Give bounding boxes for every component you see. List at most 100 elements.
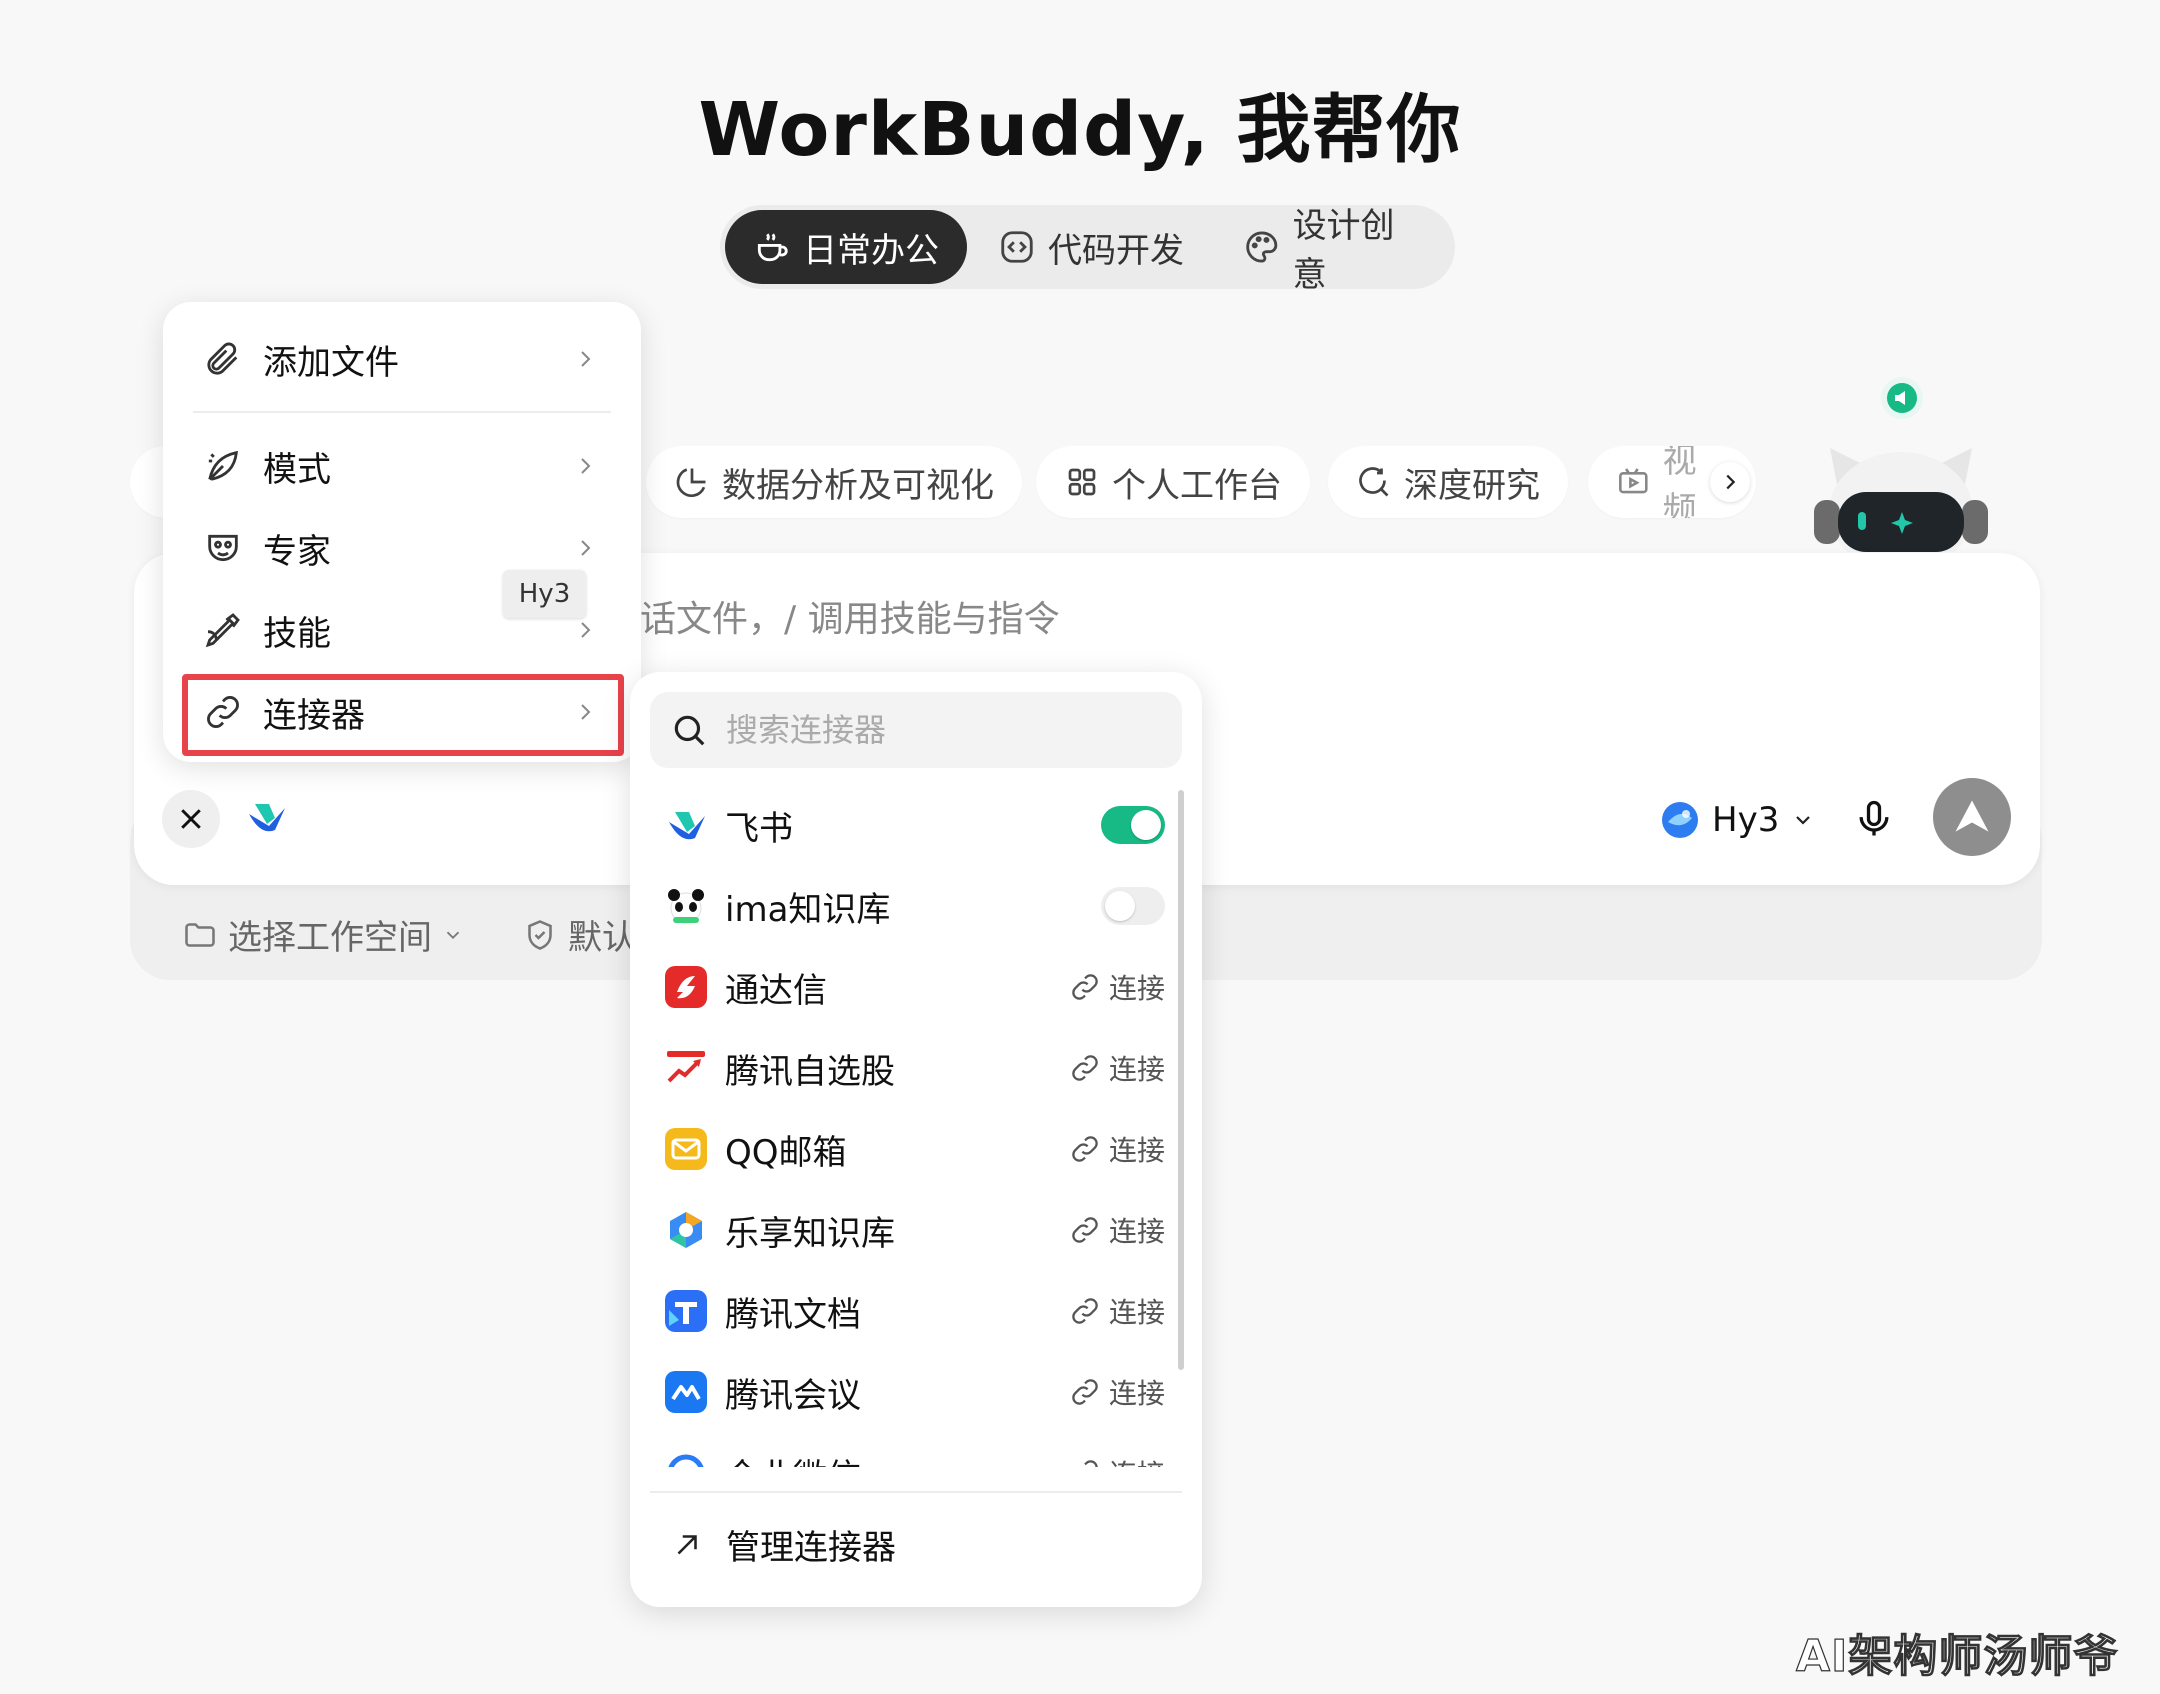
tencent-docs-icon — [665, 1290, 707, 1332]
connect-label: 连接 — [1108, 1296, 1165, 1329]
feishu-icon — [669, 812, 705, 840]
close-icon — [181, 809, 201, 829]
manage-connectors-link[interactable]: 管理连接器 — [670, 1520, 896, 1569]
connector-item-qqmail[interactable]: QQ邮箱 连接 — [665, 1109, 1165, 1189]
arrow-up-right-icon — [677, 1534, 697, 1554]
link-icon — [1072, 1217, 1098, 1243]
search-icon — [674, 715, 705, 746]
permission-label: 默认 — [568, 918, 636, 958]
connector-item-feishu[interactable]: 飞书 — [665, 785, 1165, 865]
connect-label: 连接 — [1108, 1377, 1165, 1410]
panda-icon — [668, 889, 704, 924]
folder-icon — [185, 922, 215, 947]
send-arrow-icon — [1955, 800, 1989, 832]
connect-label: 连接 — [1108, 972, 1165, 1005]
connect-button[interactable]: 连接 — [1069, 1129, 1165, 1169]
chevron-right-icon — [581, 622, 591, 638]
menu-item-label: 模式 — [263, 449, 331, 490]
feishu-icon[interactable] — [245, 800, 287, 836]
tencent-meeting-icon — [665, 1371, 707, 1413]
tab-code-dev[interactable]: 代码开发 — [970, 210, 1212, 284]
connector-item-lexiang[interactable]: 乐享知识库 连接 — [665, 1190, 1165, 1270]
tab-daily-office[interactable]: 日常办公 — [725, 210, 967, 284]
connector-name: QQ邮箱 — [725, 1132, 847, 1173]
toggle-knob — [1131, 810, 1161, 840]
page-title: WorkBuddy, 我帮你 — [698, 87, 1462, 173]
mail-icon — [665, 1128, 707, 1170]
chip-label: 个人工作台 — [1112, 465, 1282, 506]
chips-scroll-right-button[interactable] — [1710, 462, 1750, 502]
chevron-right-icon — [581, 458, 591, 474]
menu-divider — [193, 411, 611, 413]
robot-cat-mascot-icon — [1814, 448, 1988, 552]
watermark-text: AI架构师汤师爷 — [1795, 1630, 2119, 1682]
connector-name: 腾讯文档 — [725, 1294, 861, 1335]
link-icon — [1072, 974, 1098, 1000]
mask-icon — [208, 534, 238, 562]
coffee-icon — [757, 233, 788, 262]
chip-data-analysis[interactable]: 数据分析及可视化 — [646, 446, 1022, 518]
connector-panel: 飞书 ima知识库 通达信 连接 腾讯自选股 — [630, 672, 1202, 1607]
microphone-icon[interactable] — [1852, 797, 1896, 841]
close-button[interactable] — [162, 790, 220, 848]
tab-design[interactable]: 设计创意 — [1215, 206, 1455, 295]
connector-item-tencent-docs[interactable]: 腾讯文档 连接 — [665, 1271, 1165, 1351]
stock-chart-icon — [665, 1047, 707, 1089]
grid-icon — [1068, 468, 1096, 496]
tab-label: 代码开发 — [1048, 230, 1184, 271]
model-label: Hy3 — [1712, 800, 1780, 840]
connect-button[interactable]: 连接 — [1069, 1372, 1165, 1412]
connector-search-input[interactable] — [726, 711, 1166, 749]
connector-item-tencent-meeting[interactable]: 腾讯会议 连接 — [665, 1352, 1165, 1432]
chip-label: 数据分析及可视化 — [722, 465, 994, 506]
connect-label: 连接 — [1108, 1215, 1165, 1248]
tongdaxin-icon — [665, 966, 707, 1008]
palette-icon — [1246, 231, 1278, 263]
chevron-right-icon — [581, 540, 591, 556]
model-select[interactable]: Hy3 — [1660, 792, 1815, 848]
connect-button[interactable]: 连接 — [1069, 1048, 1165, 1088]
connect-button[interactable]: 连接 — [1069, 967, 1165, 1007]
chip-personal-workspace[interactable]: 个人工作台 — [1036, 446, 1310, 518]
pen-icon — [205, 613, 240, 648]
connector-item-tongdaxin[interactable]: 通达信 连接 — [665, 947, 1165, 1027]
connector-toggle[interactable] — [1101, 806, 1165, 844]
chevron-right-icon — [581, 351, 591, 367]
connector-name: 腾讯自选股 — [725, 1051, 895, 1092]
chip-deep-research[interactable]: 深度研究 — [1328, 446, 1568, 518]
highlight-box — [182, 674, 624, 756]
chip-label: 深度研究 — [1404, 465, 1540, 506]
toggle-knob — [1105, 891, 1135, 921]
menu-item-label: 添加文件 — [263, 342, 399, 383]
link-icon — [1072, 1055, 1098, 1081]
paperclip-icon — [207, 342, 238, 375]
menu-item-add-file[interactable]: 添加文件 — [183, 323, 621, 395]
connector-name: 乐享知识库 — [725, 1213, 895, 1254]
connect-button[interactable]: 连接 — [1069, 1291, 1165, 1331]
connector-scrollbar[interactable] — [1178, 790, 1184, 1370]
shield-check-icon — [528, 919, 552, 950]
menu-item-mode[interactable]: 模式 — [183, 430, 621, 502]
connect-button[interactable]: 连接 — [1069, 1210, 1165, 1250]
connector-item-ima[interactable]: ima知识库 — [665, 866, 1165, 946]
connector-name: 腾讯会议 — [725, 1375, 861, 1416]
announcement-icon[interactable] — [1880, 376, 1924, 420]
chevron-down-icon — [446, 931, 460, 939]
video-icon — [1619, 468, 1648, 494]
connector-item-tencent-stock[interactable]: 腾讯自选股 连接 — [665, 1028, 1165, 1108]
prompt-input-placeholder[interactable]: 话文件，/ 调用技能与指令 — [640, 590, 1060, 642]
search-refresh-icon — [1359, 467, 1389, 497]
connect-label: 连接 — [1108, 1053, 1165, 1086]
connect-label: 连接 — [1108, 1134, 1165, 1167]
workspace-select[interactable]: 选择工作空间 — [182, 910, 464, 959]
link-icon — [1072, 1136, 1098, 1162]
workspace-label: 选择工作空间 — [228, 918, 432, 958]
send-button[interactable] — [1933, 778, 2011, 856]
link-icon — [1072, 1298, 1098, 1324]
list-clip — [630, 1467, 1202, 1491]
permission-select[interactable]: 默认 — [522, 910, 636, 959]
leaf-icon — [208, 450, 238, 481]
connector-toggle[interactable] — [1101, 887, 1165, 925]
connector-search[interactable] — [650, 692, 1182, 768]
mode-tabs: 日常办公 代码开发 设计创意 — [720, 205, 1455, 295]
